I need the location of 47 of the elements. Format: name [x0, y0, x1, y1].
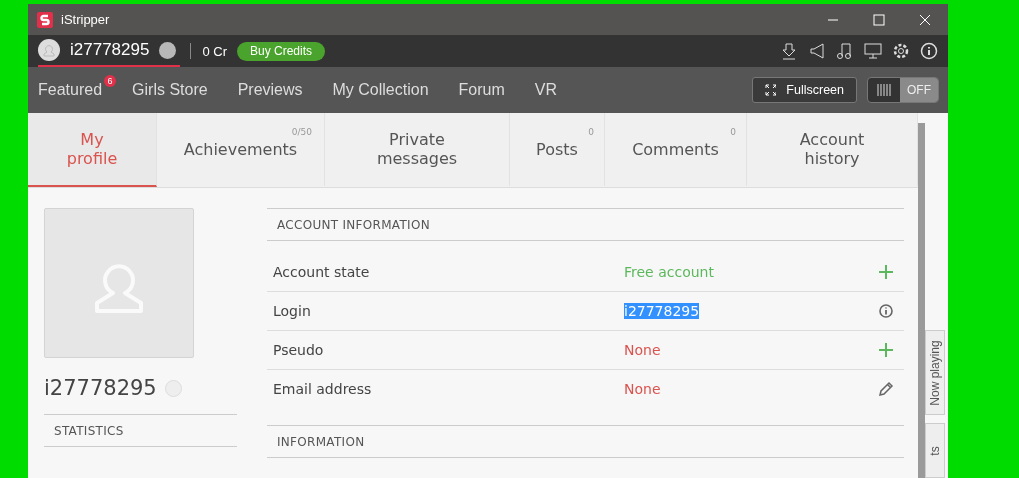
maximize-icon [873, 13, 885, 26]
credits-balance: 0 Cr [202, 43, 227, 59]
status-dot [164, 379, 182, 397]
section-heading: INFORMATION [267, 426, 904, 458]
tab-count: 0 [588, 126, 594, 139]
nav-link[interactable]: My Collection [332, 81, 429, 99]
field-label: Pseudo [273, 342, 325, 358]
speaker-icon[interactable] [808, 42, 826, 60]
field-label: Account state [273, 264, 371, 280]
nav-link[interactable]: Featured [38, 81, 103, 99]
fullscreen-button[interactable]: Fullscreen [752, 77, 857, 103]
nav-link[interactable]: VR [534, 81, 558, 99]
monitor-icon[interactable] [864, 42, 882, 60]
nav-link[interactable]: Girls Store [132, 81, 208, 99]
toggle-switch[interactable]: OFF [867, 77, 939, 103]
buy-credits-button[interactable]: Buy Credits [237, 41, 325, 61]
scrollbar[interactable] [918, 123, 925, 478]
avatar-icon[interactable] [38, 39, 60, 61]
profile-tab[interactable]: My profile [28, 113, 157, 187]
nav-link[interactable]: Previews [237, 81, 303, 99]
nav-link[interactable]: Forum [458, 81, 505, 99]
field-value: None [624, 342, 661, 358]
side-tab[interactable]: Now playing [925, 330, 945, 416]
expand-icon [765, 84, 777, 96]
section-heading: ACCOUNT INFORMATION [267, 208, 904, 241]
notification-badge: 6 [104, 75, 117, 87]
settings-icon[interactable] [892, 42, 910, 60]
window-title: iStripper [61, 12, 110, 27]
section-heading: STATISTICS [44, 414, 237, 447]
app-logo-icon [37, 11, 53, 28]
music-icon[interactable] [836, 42, 854, 60]
field-label: Login [273, 303, 312, 319]
username: i27778295 [70, 40, 150, 60]
profile-name: i27778295 [44, 376, 157, 400]
field-label: Email address [273, 381, 373, 397]
bars-icon [877, 83, 891, 97]
pencil-icon[interactable] [878, 381, 894, 397]
field-value: i27778295 [624, 303, 700, 319]
close-icon [919, 13, 931, 26]
field-value: Free account [624, 264, 714, 280]
side-tab[interactable]: ts [925, 423, 945, 478]
download-icon[interactable] [780, 42, 798, 60]
tab-count: 0/50 [291, 126, 312, 139]
status-dot [159, 41, 177, 59]
info-icon[interactable] [878, 303, 894, 319]
field-value: None [624, 381, 661, 397]
tab-count: 0 [730, 126, 736, 139]
